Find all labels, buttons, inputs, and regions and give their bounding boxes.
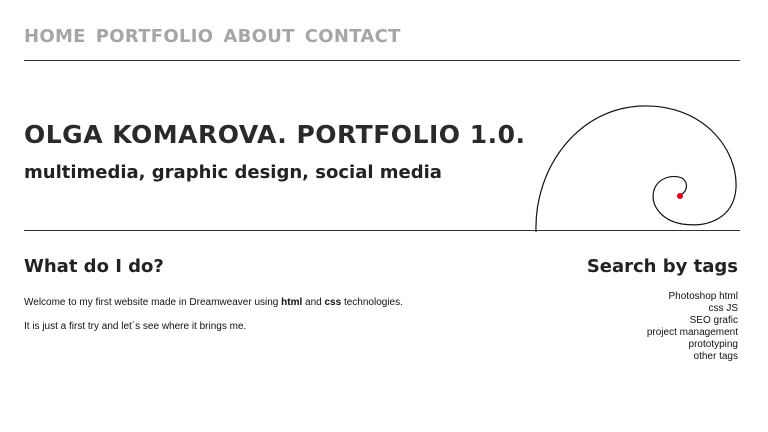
tag-link[interactable]: SEO grafic — [647, 315, 738, 327]
tag-link[interactable]: prototyping — [647, 339, 738, 351]
nav-portfolio-link[interactable]: PORTFOLIO — [96, 26, 214, 47]
nav-contact-link[interactable]: CONTACT — [305, 26, 401, 47]
about-heading: What do I do? — [24, 256, 164, 277]
css-keyword: css — [324, 297, 342, 308]
main-nav: HOME PORTFOLIO ABOUT CONTACT — [24, 26, 401, 47]
site-title: OLGA KOMAROVA. PORTFOLIO 1.0. — [24, 120, 526, 149]
site-subtitle: multimedia, graphic design, social media — [24, 162, 442, 183]
about-p1-end: technologies. — [341, 297, 403, 308]
list-item: SEO grafic — [647, 315, 738, 327]
tag-list: Photoshop html css JS SEO grafic project… — [647, 291, 738, 363]
section-divider — [24, 230, 740, 231]
about-paragraph-2: It is just a first try and let´s see whe… — [24, 321, 247, 332]
tag-link[interactable]: project management — [647, 327, 738, 339]
tag-link[interactable]: css JS — [647, 303, 738, 315]
list-item: Photoshop html — [647, 291, 739, 303]
list-item: project management — [647, 327, 738, 339]
tag-link[interactable]: Photoshop html — [647, 291, 739, 303]
about-paragraph-1: Welcome to my first website made in Drea… — [24, 297, 403, 308]
header-divider — [24, 60, 740, 61]
list-item: prototyping — [647, 339, 738, 351]
about-p1-and: and — [302, 297, 325, 308]
golden-spiral-graphic — [535, 105, 737, 232]
about-p1-text: Welcome to my first website made in Drea… — [24, 297, 282, 308]
list-item: other tags — [647, 351, 738, 363]
spiral-dot — [677, 193, 683, 199]
nav-about-link[interactable]: ABOUT — [223, 26, 294, 47]
spiral-curve — [535, 105, 737, 232]
tag-link[interactable]: other tags — [647, 351, 738, 363]
list-item: css JS — [647, 303, 738, 315]
nav-home-link[interactable]: HOME — [24, 26, 86, 47]
html-keyword: html — [281, 297, 303, 308]
tags-heading: Search by tags — [586, 256, 738, 277]
